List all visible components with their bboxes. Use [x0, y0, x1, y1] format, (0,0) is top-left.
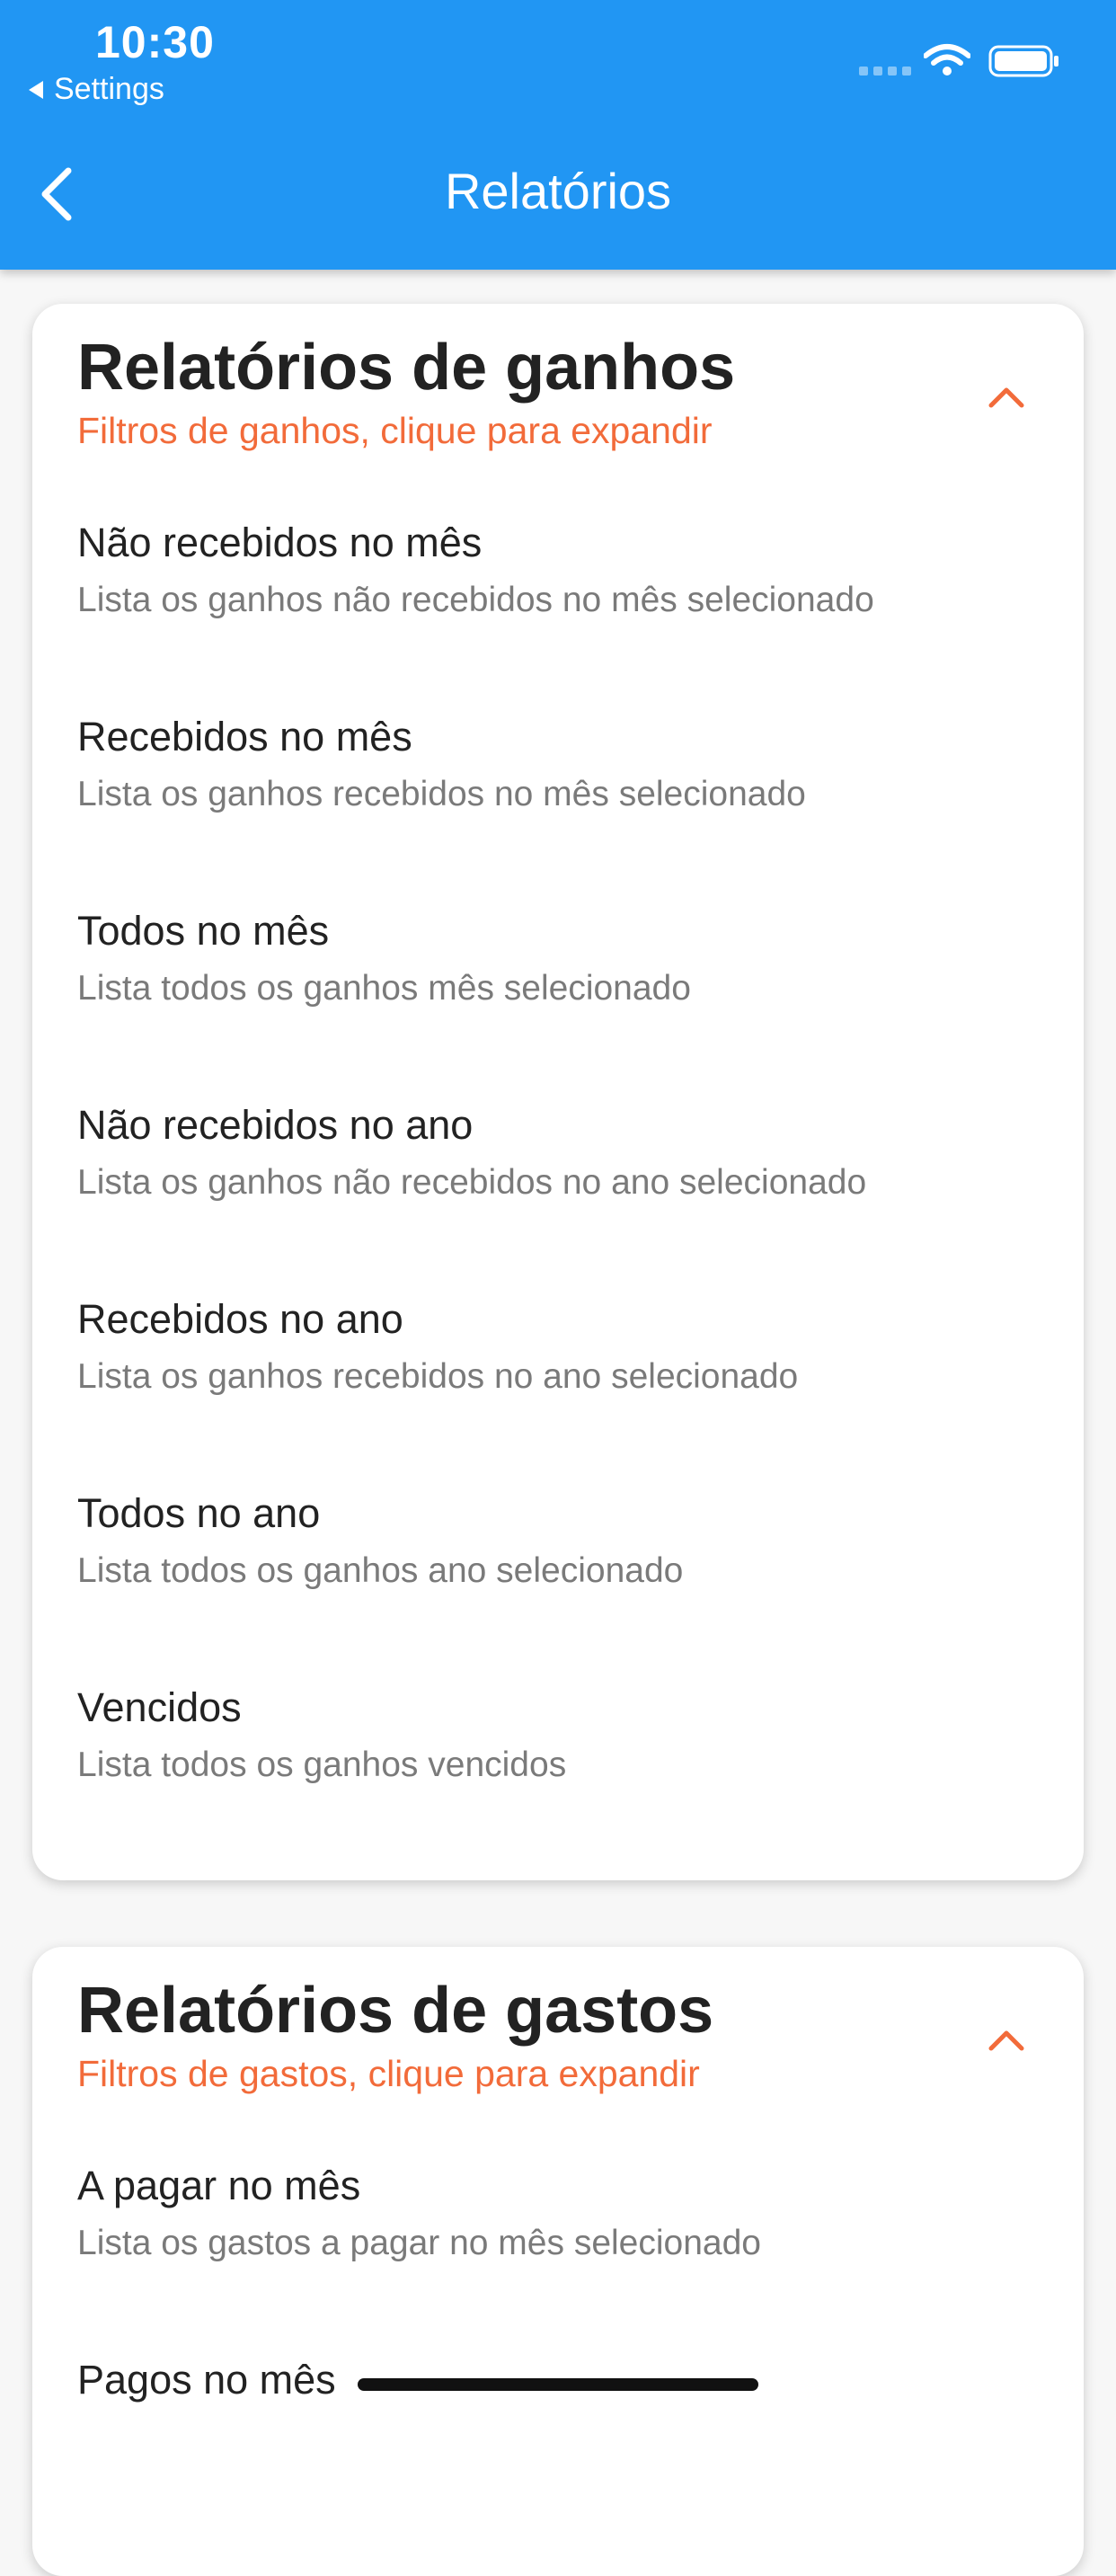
- report-item-title: Todos no ano: [77, 1490, 321, 1536]
- home-indicator[interactable]: [358, 2378, 758, 2391]
- back-triangle-icon: [29, 80, 43, 99]
- report-item-nao-recebidos-mes[interactable]: Não recebidos no mês Lista os ganhos não…: [32, 466, 1084, 660]
- report-item-subtitle: Lista os gastos a pagar no mês seleciona…: [77, 2224, 761, 2262]
- report-item-title: A pagar no mês: [77, 2163, 361, 2208]
- report-item-subtitle: Lista todos os ganhos ano selecionado: [77, 1551, 684, 1590]
- card-subtitle: Filtros de gastos, clique para expandir: [77, 2053, 700, 2094]
- report-item-title: Recebidos no ano: [77, 1296, 403, 1342]
- card-relatorios-ganhos: Relatórios de ganhos Filtros de ganhos, …: [32, 304, 1084, 1880]
- page-title: Relatórios: [444, 163, 672, 219]
- report-item-subtitle: Lista os ganhos não recebidos no mês sel…: [77, 581, 874, 619]
- report-item-title: Recebidos no mês: [77, 714, 412, 759]
- report-item-subtitle: Lista todos os ganhos vencidos: [77, 1745, 567, 1784]
- card-header-ganhos[interactable]: Relatórios de ganhos Filtros de ganhos, …: [32, 304, 1084, 466]
- report-item-recebidos-mes[interactable]: Recebidos no mês Lista os ganhos recebid…: [32, 660, 1084, 854]
- report-item-title: Todos no mês: [77, 908, 330, 954]
- report-item-subtitle: Lista os ganhos recebidos no ano selecio…: [77, 1357, 799, 1396]
- card-title: Relatórios de ganhos: [77, 332, 736, 404]
- report-item-subtitle: Lista todos os ganhos mês selecionado: [77, 969, 691, 1008]
- report-item-a-pagar-mes[interactable]: A pagar no mês Lista os gastos a pagar n…: [32, 2109, 1084, 2303]
- report-item-vencidos[interactable]: Vencidos Lista todos os ganhos vencidos: [32, 1630, 1084, 1825]
- chevron-up-icon[interactable]: [987, 385, 1026, 410]
- signal-icon: [859, 67, 911, 76]
- card-subtitle: Filtros de ganhos, clique para expandir: [77, 410, 713, 451]
- report-item-recebidos-ano[interactable]: Recebidos no ano Lista os ganhos recebid…: [32, 1242, 1084, 1436]
- report-item-todos-mes[interactable]: Todos no mês Lista todos os ganhos mês s…: [32, 854, 1084, 1048]
- back-to-settings-link[interactable]: Settings: [27, 72, 164, 107]
- card-header-gastos[interactable]: Relatórios de gastos Filtros de gastos, …: [32, 1947, 1084, 2109]
- back-to-settings-label: Settings: [54, 72, 164, 106]
- report-item-title: Pagos no mês: [77, 2357, 336, 2403]
- card-title: Relatórios de gastos: [77, 1975, 714, 2047]
- report-item-title: Não recebidos no ano: [77, 1102, 474, 1148]
- battery-icon: [988, 45, 1058, 77]
- status-time: 10:30: [95, 17, 215, 67]
- report-item-subtitle: Lista os ganhos não recebidos no ano sel…: [77, 1163, 867, 1202]
- report-item-subtitle: Lista os ganhos recebidos no mês selecio…: [77, 775, 806, 813]
- report-item-nao-recebidos-ano[interactable]: Não recebidos no ano Lista os ganhos não…: [32, 1048, 1084, 1242]
- report-item-title: Não recebidos no mês: [77, 520, 483, 565]
- app-header: 10:30 Settings Relatórios: [0, 0, 1116, 270]
- chevron-up-icon[interactable]: [987, 2028, 1026, 2053]
- report-item-title: Vencidos: [77, 1684, 242, 1730]
- wifi-icon: [924, 44, 970, 76]
- report-item-todos-ano[interactable]: Todos no ano Lista todos os ganhos ano s…: [32, 1436, 1084, 1630]
- report-item-pagos-mes[interactable]: Pagos no mês: [32, 2303, 1084, 2497]
- card-relatorios-gastos: Relatórios de gastos Filtros de gastos, …: [32, 1947, 1084, 2576]
